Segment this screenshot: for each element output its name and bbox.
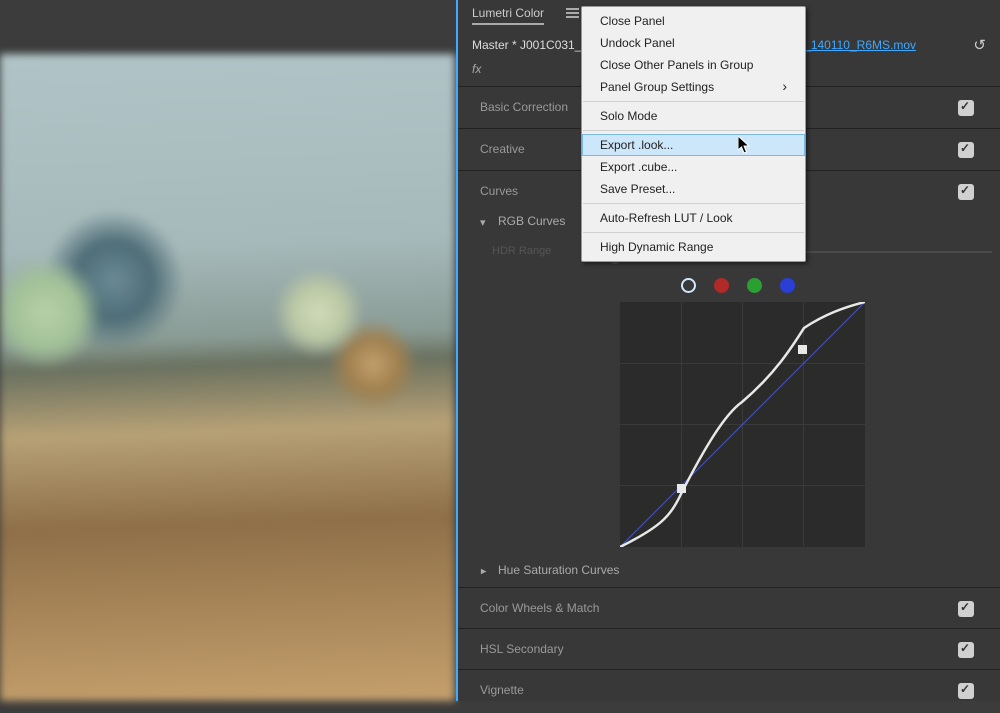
rgb-curves-label[interactable]: RGB Curves [498,214,565,228]
section-label: Creative [480,142,525,156]
panel-context-menu: Close PanelUndock PanelClose Other Panel… [581,6,806,262]
menu-item-auto-refresh-lut-look[interactable]: Auto-Refresh LUT / Look [582,207,805,229]
section-enable-checkbox[interactable] [958,601,974,617]
curve-channel-swatches [681,278,795,293]
clip-master-label: Master * J001C031_ [472,38,581,52]
chevron-down-icon[interactable]: ▾ [480,216,486,229]
chevron-right-icon[interactable]: ▾ [476,569,489,575]
curve-point[interactable] [677,484,686,493]
curve-svg [620,302,865,547]
hue-sat-curves-label[interactable]: Hue Saturation Curves [498,563,619,577]
section-enable-checkbox[interactable] [958,142,974,158]
section-hsl-secondary[interactable]: HSL Secondary [458,628,1000,672]
section-label: Curves [480,184,518,198]
menu-item-close-panel[interactable]: Close Panel [582,10,805,32]
section-label: HSL Secondary [480,642,564,656]
panel-menu-icon[interactable] [566,8,579,19]
menu-item-undock-panel[interactable]: Undock Panel [582,32,805,54]
menu-item-high-dynamic-range[interactable]: High Dynamic Range [582,236,805,258]
reset-icon[interactable]: ↺ [973,36,986,54]
panel-title[interactable]: Lumetri Color [472,6,544,25]
section-enable-checkbox[interactable] [958,184,974,200]
menu-item-solo-mode[interactable]: Solo Mode [582,105,805,127]
menu-item-export-look[interactable]: Export .look... [582,134,805,156]
menu-item-save-preset[interactable]: Save Preset... [582,178,805,200]
section-enable-checkbox[interactable] [958,100,974,116]
section-label: Color Wheels & Match [480,601,599,615]
menu-item-export-cube[interactable]: Export .cube... [582,156,805,178]
section-vignette[interactable]: Vignette [458,669,1000,713]
curve-point[interactable] [798,345,807,354]
swatch-red[interactable] [714,278,729,293]
hdr-range-label: HDR Range [492,245,551,257]
swatch-white[interactable] [681,278,696,293]
section-enable-checkbox[interactable] [958,642,974,658]
hdr-range-row: HDR Range 100 [492,245,551,257]
program-monitor-preview [0,54,455,701]
swatch-blue[interactable] [780,278,795,293]
section-label: Basic Correction [480,100,568,114]
rgb-curve-editor[interactable] [620,302,865,547]
section-enable-checkbox[interactable] [958,683,974,699]
menu-item-panel-group-settings[interactable]: Panel Group Settings [582,76,805,98]
menu-item-close-other-panels-in-group[interactable]: Close Other Panels in Group [582,54,805,76]
swatch-green[interactable] [747,278,762,293]
section-color-wheels[interactable]: Color Wheels & Match [458,587,1000,631]
section-label: Vignette [480,683,524,697]
